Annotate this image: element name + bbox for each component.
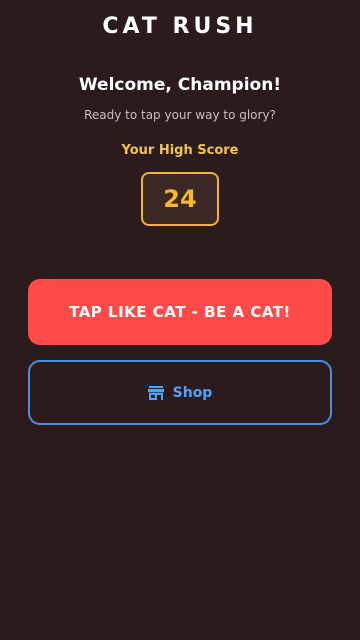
app-title: CAT RUSH (102, 14, 258, 39)
welcome-heading: Welcome, Champion! (78, 75, 282, 95)
high-score-box: 24 (141, 172, 219, 226)
shop-button[interactable]: Shop (28, 360, 332, 425)
play-button-label: TAP LIKE CAT - BE A CAT! (69, 303, 291, 321)
shop-button-label: Shop (172, 384, 213, 401)
high-score-value: 24 (163, 185, 197, 213)
high-score-label: Your High Score (121, 143, 239, 158)
store-icon (147, 385, 164, 401)
play-button[interactable]: TAP LIKE CAT - BE A CAT! (28, 279, 332, 345)
welcome-subtitle: Ready to tap your way to glory? (84, 108, 276, 122)
